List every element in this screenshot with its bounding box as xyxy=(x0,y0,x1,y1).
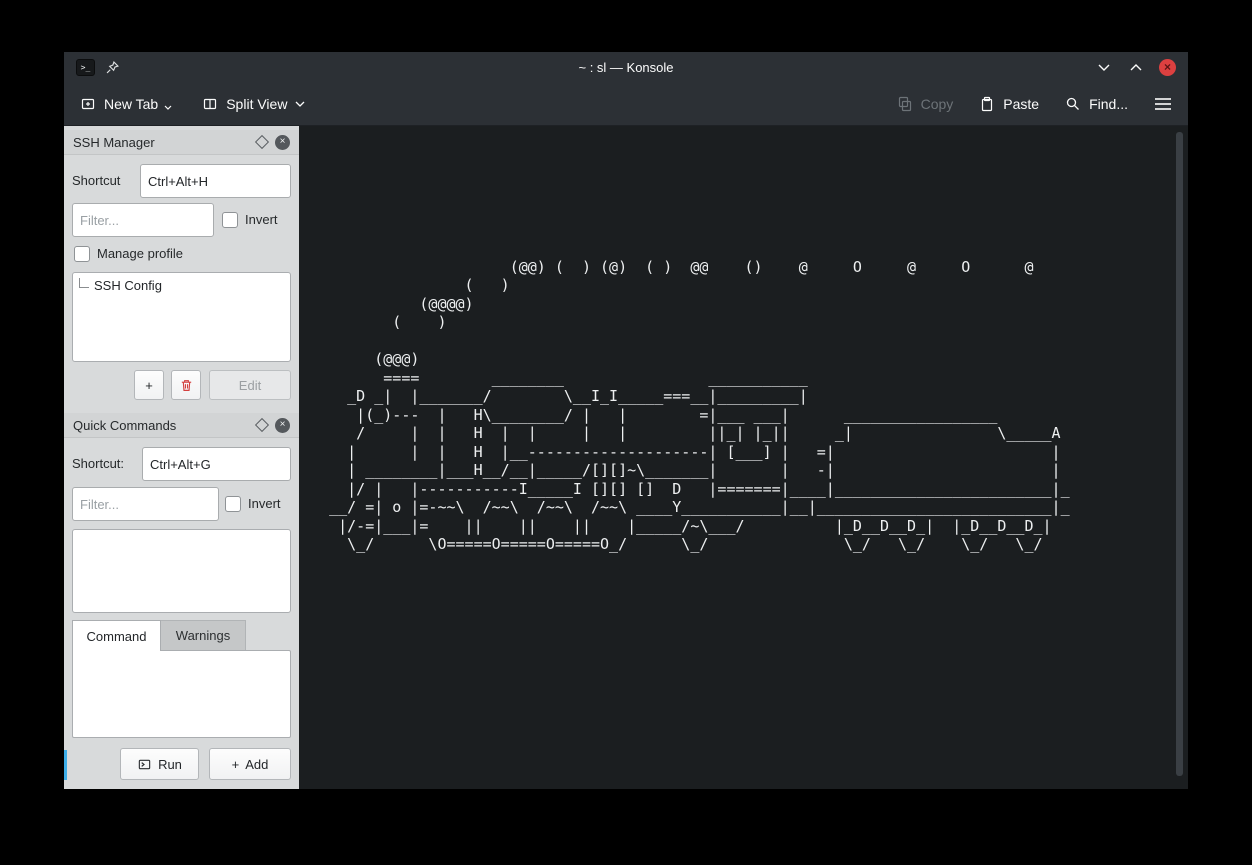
split-view-icon xyxy=(202,96,218,112)
chevron-down-icon xyxy=(164,105,172,110)
manage-profile-checkbox[interactable] xyxy=(74,246,90,262)
ssh-shortcut-input[interactable] xyxy=(140,164,291,198)
command-editor[interactable] xyxy=(72,650,291,738)
close-icon: × xyxy=(280,137,286,147)
plus-icon: + xyxy=(232,757,240,772)
chevron-down-icon xyxy=(295,101,305,107)
window-title: ~ : sl — Konsole xyxy=(64,60,1188,75)
manage-profile-label: Manage profile xyxy=(97,237,183,271)
split-view-button[interactable]: Split View xyxy=(202,96,305,112)
desktop: ~ : sl — Konsole >_ xyxy=(0,0,1252,865)
konsole-app-icon: >_ xyxy=(76,59,95,76)
hamburger-icon xyxy=(1154,97,1172,111)
panel-float-icon[interactable] xyxy=(255,135,269,149)
new-tab-icon xyxy=(80,96,96,112)
delete-entry-button[interactable] xyxy=(171,370,201,400)
plus-icon: + xyxy=(145,378,153,393)
chevron-up-icon xyxy=(1129,63,1143,72)
tree-item-ssh-config[interactable]: SSH Config xyxy=(73,273,290,293)
invert-label: Invert xyxy=(248,487,281,521)
qc-shortcut-input[interactable] xyxy=(142,447,291,481)
close-icon: × xyxy=(1164,61,1171,73)
add-entry-button[interactable]: + xyxy=(134,370,164,400)
quick-commands-panel-header: Quick Commands × xyxy=(64,413,299,438)
invert-label: Invert xyxy=(245,203,278,237)
sl-ascii-art: (@@) ( ) (@) ( ) @@ () @ O @ O @ ( ) (@@… xyxy=(302,128,1070,554)
konsole-window: ~ : sl — Konsole >_ xyxy=(64,52,1188,789)
find-button[interactable]: Find... xyxy=(1065,96,1128,112)
quick-commands-list[interactable] xyxy=(72,529,291,613)
window-close-button[interactable]: × xyxy=(1159,59,1176,76)
tree-branch-icon xyxy=(79,278,89,288)
window-minimize-button[interactable] xyxy=(1095,58,1113,76)
ssh-config-list[interactable]: SSH Config xyxy=(72,272,291,362)
tab-command[interactable]: Command xyxy=(72,620,161,651)
close-icon: × xyxy=(280,420,286,430)
shortcut-label: Shortcut xyxy=(72,164,120,198)
run-button[interactable]: Run xyxy=(120,748,199,780)
invert-checkbox[interactable] xyxy=(225,496,241,512)
run-icon xyxy=(137,757,152,772)
new-tab-button[interactable]: New Tab xyxy=(80,96,172,112)
window-maximize-button[interactable] xyxy=(1127,58,1145,76)
ssh-manager-panel-header: SSH Manager × xyxy=(64,130,299,155)
focus-accent-bar xyxy=(64,750,67,780)
panel-close-button[interactable]: × xyxy=(275,135,290,150)
shortcut-label: Shortcut: xyxy=(72,447,124,481)
terminal-scrollbar[interactable] xyxy=(1176,132,1183,776)
panel-title: Quick Commands xyxy=(73,418,249,433)
qc-filter-input[interactable] xyxy=(72,487,219,521)
panel-title: SSH Manager xyxy=(73,135,249,150)
copy-icon xyxy=(897,96,913,112)
paste-icon xyxy=(979,96,995,112)
panel-float-icon[interactable] xyxy=(255,418,269,432)
terminal-area[interactable]: (@@) ( ) (@) ( ) @@ () @ O @ O @ ( ) (@@… xyxy=(299,126,1188,789)
edit-entry-button[interactable]: Edit xyxy=(209,370,291,400)
panel-close-button[interactable]: × xyxy=(275,418,290,433)
titlebar[interactable]: ~ : sl — Konsole >_ xyxy=(64,52,1188,82)
search-icon xyxy=(1065,96,1081,112)
add-command-button[interactable]: + Add xyxy=(209,748,291,780)
chevron-down-icon xyxy=(1097,63,1111,72)
paste-button[interactable]: Paste xyxy=(979,96,1039,112)
ssh-filter-input[interactable] xyxy=(72,203,214,237)
hamburger-menu-button[interactable] xyxy=(1154,97,1172,111)
pin-icon[interactable] xyxy=(105,60,120,75)
tab-warnings[interactable]: Warnings xyxy=(161,620,246,651)
toolbar: New Tab Split View Copy xyxy=(64,82,1188,126)
trash-icon xyxy=(179,378,194,393)
copy-button[interactable]: Copy xyxy=(897,96,954,112)
sidebar: SSH Manager × Shortcut Invert Manage pro… xyxy=(64,126,299,789)
invert-checkbox[interactable] xyxy=(222,212,238,228)
